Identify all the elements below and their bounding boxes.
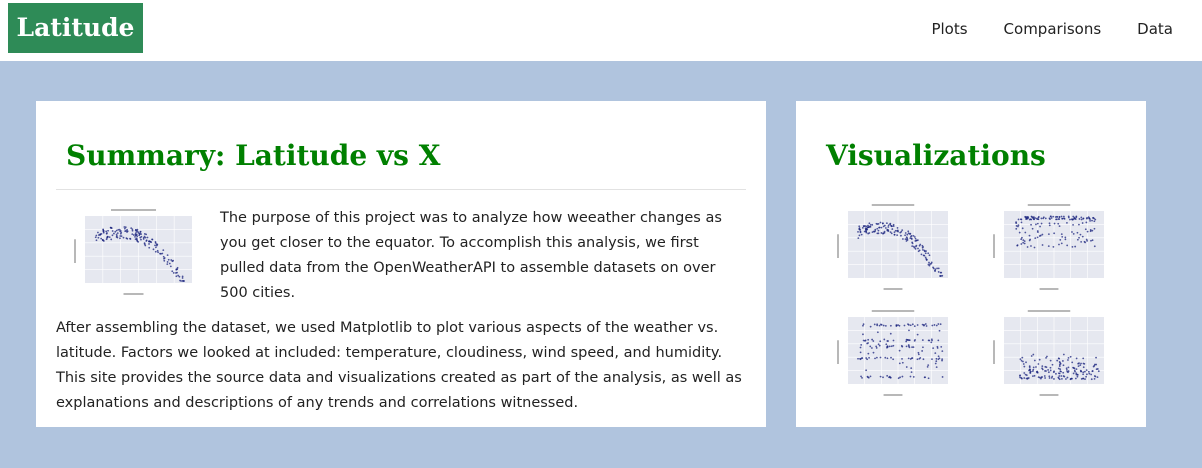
nav-links: Plots Comparisons Data bbox=[931, 0, 1173, 57]
latitude-vs-humidity-thumbnail[interactable] bbox=[990, 201, 1108, 296]
latitude-vs-cloudiness-thumbnail[interactable] bbox=[834, 307, 952, 402]
nav-link-comparisons[interactable]: Comparisons bbox=[1004, 20, 1102, 38]
visualizations-card: Visualizations bbox=[796, 101, 1146, 427]
divider bbox=[56, 189, 746, 190]
summary-paragraph-2: After assembling the dataset, we used Ma… bbox=[56, 320, 742, 411]
summary-title: Summary: Latitude vs X bbox=[66, 139, 441, 172]
visualization-grid bbox=[796, 101, 1146, 427]
brand-logo[interactable]: Latitude bbox=[8, 3, 143, 53]
summary-content: The purpose of this project was to analy… bbox=[56, 206, 746, 426]
temperature-plot-thumbnail bbox=[71, 206, 196, 301]
nav-link-plots[interactable]: Plots bbox=[931, 20, 967, 38]
navbar: Latitude Plots Comparisons Data bbox=[0, 0, 1202, 61]
latitude-vs-temperature-thumbnail[interactable] bbox=[834, 201, 952, 296]
nav-link-data[interactable]: Data bbox=[1137, 20, 1173, 38]
latitude-vs-wind-speed-thumbnail[interactable] bbox=[990, 307, 1108, 402]
summary-card: Summary: Latitude vs X The purpose of th… bbox=[36, 101, 766, 427]
